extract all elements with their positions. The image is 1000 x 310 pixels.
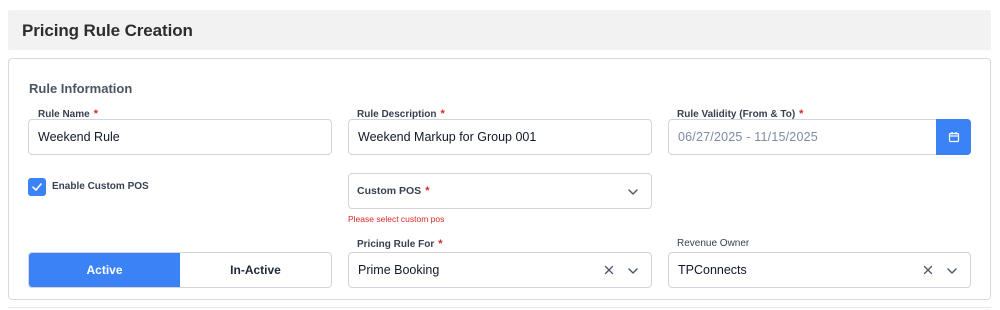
page-title: Pricing Rule Creation [22, 21, 193, 40]
chevron-down-icon[interactable] [627, 186, 639, 198]
custom-pos-select[interactable]: Custom POS * [348, 173, 652, 209]
calendar-button[interactable] [936, 119, 971, 155]
status-inactive-button[interactable]: In-Active [180, 253, 331, 287]
custom-pos-placeholder-text: Custom POS [357, 185, 422, 197]
clear-icon[interactable] [603, 264, 615, 276]
revenue-owner-label: Revenue Owner [677, 238, 750, 249]
status-active-button[interactable]: Active [29, 253, 180, 287]
rule-description-value: Weekend Markup for Group 001 [358, 130, 537, 144]
bottom-divider [8, 307, 991, 308]
pricing-rule-for-label: Pricing Rule For * [357, 238, 443, 250]
enable-custom-pos-checkbox[interactable] [28, 178, 46, 196]
section-title: Rule Information [29, 81, 133, 96]
calendar-icon [948, 132, 959, 143]
revenue-owner-select[interactable]: TPConnects [668, 252, 971, 288]
rule-name-input[interactable]: Weekend Rule [28, 119, 332, 155]
rule-validity-input[interactable]: 06/27/2025 - 11/15/2025 [668, 119, 971, 155]
custom-pos-placeholder: Custom POS * [357, 185, 429, 197]
pricing-rule-for-label-text: Pricing Rule For [357, 239, 435, 250]
chevron-down-icon[interactable] [627, 265, 639, 277]
pricing-rule-for-select[interactable]: Prime Booking [348, 252, 652, 288]
chevron-down-icon[interactable] [946, 265, 958, 277]
page-header: Pricing Rule Creation [8, 10, 991, 50]
status-toggle: Active In-Active [28, 252, 332, 288]
rule-validity-value: 06/27/2025 - 11/15/2025 [678, 130, 818, 144]
checkmark-icon [32, 183, 42, 191]
required-mark: * [438, 238, 443, 250]
rule-name-value: Weekend Rule [38, 130, 120, 144]
required-mark: * [425, 185, 430, 197]
rule-description-input[interactable]: Weekend Markup for Group 001 [348, 119, 652, 155]
custom-pos-error: Please select custom pos [348, 214, 445, 224]
clear-icon[interactable] [922, 264, 934, 276]
enable-custom-pos-label: Enable Custom POS [52, 181, 149, 192]
